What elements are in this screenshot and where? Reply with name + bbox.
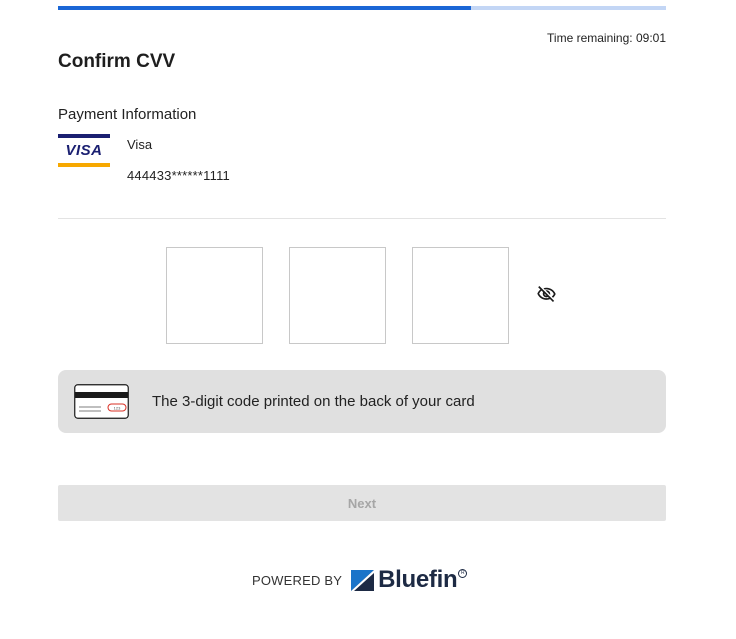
time-remaining: Time remaining: 09:01 — [547, 31, 666, 45]
card-brand: Visa — [127, 137, 153, 152]
cvv-digit-3-input[interactable] — [412, 247, 509, 344]
time-remaining-value: 09:01 — [635, 31, 666, 45]
eye-off-icon — [537, 286, 556, 302]
payment-information-title: Payment Information — [58, 106, 197, 123]
cvv-hint-banner: 123 The 3-digit code printed on the back… — [58, 370, 666, 433]
progress-bar-fill — [58, 6, 472, 10]
powered-by-footer: POWERED BY Bluefin R — [252, 566, 468, 594]
cvv-digit-2-input[interactable] — [289, 247, 386, 344]
masked-card-number: 444433******1111 — [127, 168, 230, 183]
toggle-cvv-visibility-button[interactable] — [535, 284, 558, 304]
time-remaining-label: Time remaining: — [547, 31, 633, 45]
cvv-digit-1-input[interactable] — [166, 247, 263, 344]
next-button[interactable]: Next — [58, 485, 666, 521]
card-back-icon: 123 — [74, 384, 129, 419]
progress-bar — [58, 6, 666, 10]
visa-logo-icon: VISA — [58, 134, 110, 167]
cvv-marker-text: 123 — [114, 405, 121, 410]
cvv-hint-text: The 3-digit code printed on the back of … — [152, 393, 475, 410]
bluefin-wordmark: Bluefin — [378, 566, 458, 593]
page-title: Confirm CVV — [58, 51, 176, 72]
powered-by-label: POWERED BY — [252, 572, 343, 588]
registered-mark-icon: R — [458, 569, 468, 578]
bluefin-logo-icon — [351, 569, 375, 591]
divider — [58, 218, 666, 219]
visa-logo-text: VISA — [65, 142, 103, 159]
